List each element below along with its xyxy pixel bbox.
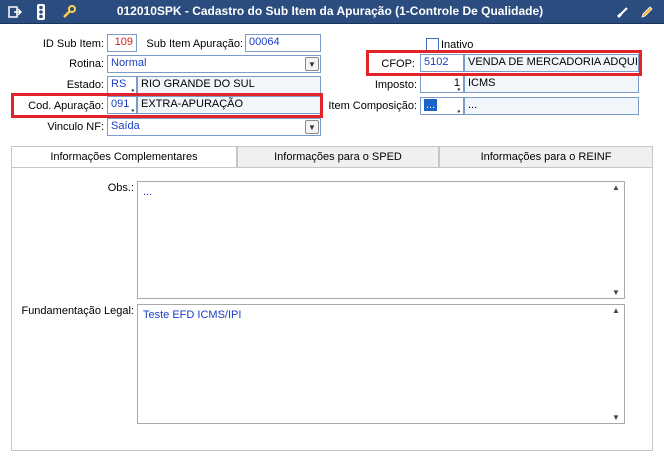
vinculo-nf-label: Vinculo NF: [47, 121, 104, 133]
scroll-down-icon[interactable]: ▼ [612, 288, 620, 297]
fundamentacao-value: Teste EFD ICMS/IPI [143, 309, 242, 321]
fundamentacao-label: Fundamentação Legal: [21, 305, 134, 317]
imposto-label: Imposto: [374, 79, 417, 91]
obs-value: ... [143, 186, 153, 198]
window-title: 012010SPK - Cadastro do Sub Item da Apur… [116, 4, 544, 18]
tab-informacoes-complementares[interactable]: Informações Complementares [11, 146, 237, 168]
wrench-icon[interactable] [60, 3, 78, 21]
tab-bar: Informações Complementares Informações p… [11, 146, 653, 168]
estado-label: Estado: [66, 79, 104, 91]
obs-scrollbar[interactable]: ▲ ▼ [609, 183, 623, 297]
sub-item-apuracao-label: Sub Item Apuração: [146, 38, 243, 50]
cod-apuracao-highlight [11, 93, 323, 118]
id-sub-item-field[interactable]: 109 [107, 34, 137, 52]
pencil-icon[interactable] [638, 3, 656, 21]
exit-icon[interactable] [6, 3, 24, 21]
chevron-down-icon[interactable]: ▼ [305, 57, 319, 71]
item-composicao-label: Item Composição: [328, 100, 417, 112]
scroll-up-icon[interactable]: ▲ [612, 306, 620, 315]
imposto-lookup-icon[interactable]: ● [457, 87, 464, 93]
item-composicao-code-value: ... [424, 99, 438, 111]
rotina-label: Rotina: [69, 58, 104, 70]
cfop-highlight [366, 50, 642, 76]
obs-textarea[interactable]: ... ▲ ▼ [137, 181, 625, 299]
title-bar: 012010SPK - Cadastro do Sub Item da Apur… [0, 0, 664, 24]
sub-item-apuracao-field[interactable]: 00064 [245, 34, 321, 52]
tab-informacoes-sped[interactable]: Informações para o SPED [237, 146, 439, 168]
vinculo-nf-value: Saída [111, 120, 140, 132]
rotina-select[interactable]: Normal ▼ [107, 55, 321, 73]
tab-informacoes-reinf[interactable]: Informações para o REINF [439, 146, 653, 168]
fundamentacao-scrollbar[interactable]: ▲ ▼ [609, 306, 623, 422]
estado-name-field: RIO GRANDE DO SUL [137, 76, 321, 94]
scroll-up-icon[interactable]: ▲ [612, 183, 620, 192]
scroll-down-icon[interactable]: ▼ [612, 413, 620, 422]
traffic-light-icon[interactable] [32, 3, 50, 21]
id-sub-item-label: ID Sub Item: [42, 38, 104, 50]
obs-label: Obs.: [107, 182, 134, 194]
chevron-down-icon[interactable]: ▼ [305, 120, 319, 134]
imposto-name-field: ICMS [464, 75, 639, 93]
tab-panel: Obs.: ... ▲ ▼ Fundamentação Legal: Teste… [11, 167, 653, 451]
item-composicao-description-field: ... [464, 97, 639, 115]
rotina-value: Normal [111, 57, 147, 69]
vinculo-nf-select[interactable]: Saída ▼ [107, 118, 321, 136]
fundamentacao-textarea[interactable]: Teste EFD ICMS/IPI ▲ ▼ [137, 304, 625, 424]
brush-icon[interactable] [614, 3, 632, 21]
item-composicao-lookup-icon[interactable]: ● [457, 109, 464, 115]
